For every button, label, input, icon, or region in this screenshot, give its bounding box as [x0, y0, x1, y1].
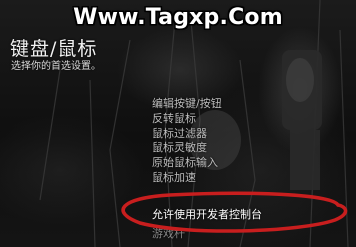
menu-item-mouse-acceleration[interactable]: 鼠标加速 [152, 171, 222, 186]
menu-item-mouse-sensitivity[interactable]: 鼠标灵敏度 [152, 141, 222, 156]
menu-item-joystick[interactable]: 游戏杆 [152, 227, 185, 242]
menu-item-edit-keys[interactable]: 编辑按键/按钮 [152, 97, 222, 112]
menu-item-invert-mouse[interactable]: 反转鼠标 [152, 112, 222, 127]
menu-item-raw-mouse-input[interactable]: 原始鼠标输入 [152, 156, 222, 171]
menu-item-mouse-filter[interactable]: 鼠标过滤器 [152, 127, 222, 142]
watermark-text: Www.Tagxp.Com [73, 5, 283, 30]
options-menu: 编辑按键/按钮 反转鼠标 鼠标过滤器 鼠标灵敏度 原始鼠标输入 鼠标加速 允许使… [152, 97, 262, 240]
game-options-screen: Www.Tagxp.Com 键盘/鼠标 选择你的首选设置。 编辑按键/按钮 反转… [0, 0, 356, 247]
menu-item-developer-console[interactable]: 允许使用开发者控制台 [152, 208, 262, 223]
page-subtitle: 选择你的首选设置。 [11, 61, 101, 72]
